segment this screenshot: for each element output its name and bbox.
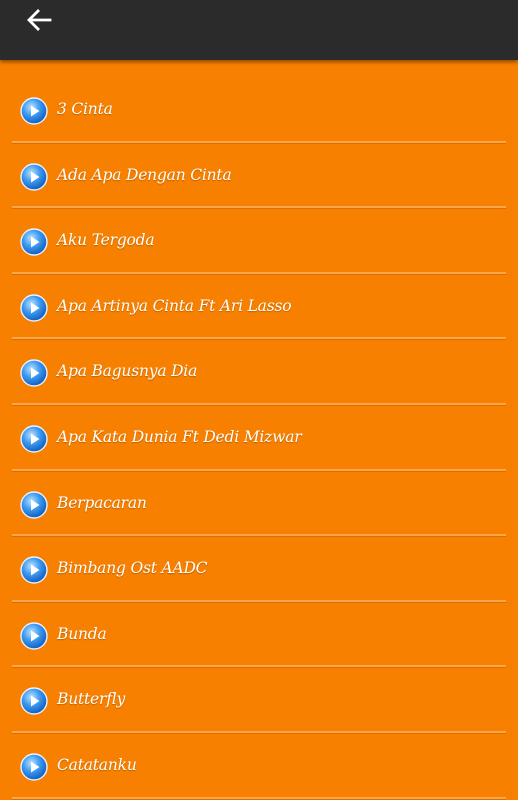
- play-icon: [20, 425, 48, 453]
- song-title: Berpacaran: [57, 493, 147, 512]
- play-icon: [20, 622, 48, 650]
- song-title: Apa Bagusnya Dia: [57, 362, 198, 381]
- song-list-item[interactable]: Apa Bagusnya Dia: [0, 340, 518, 406]
- back-button[interactable]: [22, 4, 56, 36]
- play-icon: [20, 687, 48, 716]
- song-list-item[interactable]: 3 Cinta: [0, 78, 518, 144]
- play-icon: [20, 228, 48, 256]
- play-icon: [20, 556, 48, 584]
- song-title: Butterfly: [57, 690, 126, 709]
- divider: [12, 796, 506, 800]
- song-list-item[interactable]: Bimbang Ost AADC: [0, 537, 518, 603]
- song-title: Bimbang Ost AADC: [57, 559, 208, 578]
- song-title: Bunda: [57, 624, 107, 643]
- song-title: 3 Cinta: [57, 100, 113, 118]
- app-bar: [0, 0, 518, 60]
- song-title: Apa Kata Dunia Ft Dedi Mizwar: [57, 427, 302, 446]
- play-icon: [20, 162, 48, 191]
- arrow-left-icon: [27, 9, 52, 31]
- song-list-item[interactable]: Apa Kata Dunia Ft Dedi Mizwar: [0, 406, 518, 472]
- song-list-item[interactable]: Ada Apa Dengan Cinta: [0, 144, 518, 210]
- song-title: Catatanku: [57, 755, 137, 774]
- song-title: Apa Artinya Cinta Ft Ari Lasso: [57, 296, 292, 315]
- song-list-item[interactable]: Catatanku: [0, 734, 518, 800]
- song-list-item[interactable]: Aku Tergoda: [0, 209, 518, 275]
- song-list: 3 Cinta Ada Apa Dengan Cinta Aku Tergoda Ap…: [0, 78, 518, 800]
- play-icon: [20, 753, 48, 781]
- song-list-item[interactable]: Butterfly: [0, 668, 518, 734]
- play-icon: [20, 490, 48, 519]
- play-icon: [20, 294, 48, 322]
- play-icon: [20, 359, 48, 388]
- song-list-item[interactable]: Bunda: [0, 603, 518, 669]
- song-list-item[interactable]: Berpacaran: [0, 472, 518, 538]
- song-title: Aku Tergoda: [57, 231, 155, 250]
- song-list-item[interactable]: Apa Artinya Cinta Ft Ari Lasso: [0, 275, 518, 341]
- play-icon: [20, 97, 48, 125]
- song-title: Ada Apa Dengan Cinta: [57, 165, 232, 184]
